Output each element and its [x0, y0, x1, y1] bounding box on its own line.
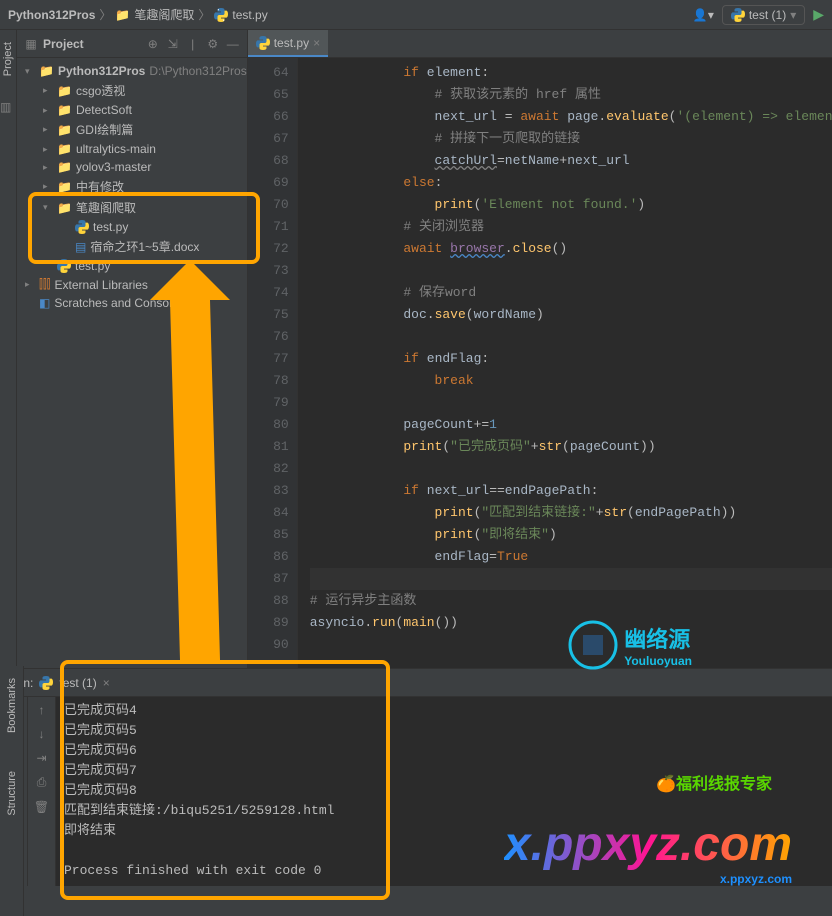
locate-icon[interactable]: ⊕	[145, 36, 161, 52]
folder-icon: 📁	[57, 123, 72, 137]
arrow-icon: ▸	[43, 181, 53, 192]
tree-item[interactable]: ▸ 📁 DetectSoft	[17, 101, 247, 119]
library-icon: ⫿⫿⫿	[39, 277, 51, 292]
run-config-selector[interactable]: test (1) ▾	[722, 5, 805, 25]
expand-icon[interactable]: ⇲	[165, 36, 181, 52]
project-tree[interactable]: ▾📁Python312Pros D:\Python312Pros▸📁csgo透视…	[17, 58, 247, 668]
tree-label: 宿命之环1~5章.docx	[90, 238, 199, 255]
tree-label: DetectSoft	[76, 103, 132, 117]
tree-item[interactable]: ▸ 📁 ultralytics-main	[17, 140, 247, 158]
tree-label: test.py	[93, 220, 128, 234]
project-title: Project	[43, 37, 141, 51]
tree-item[interactable]: ▾📁Python312Pros D:\Python312Pros	[17, 62, 247, 80]
tree-label: External Libraries	[55, 278, 148, 292]
hide-icon[interactable]: —	[225, 36, 241, 52]
breadcrumb-sep: 〉	[99, 6, 111, 23]
project-view-icon[interactable]: ▦	[23, 36, 39, 52]
tree-item[interactable]: ▸ 📁 中有修改	[17, 176, 247, 197]
tree-label: test.py	[75, 259, 110, 273]
folder-icon: 📁	[57, 201, 72, 215]
arrow-icon: ▾	[43, 202, 53, 213]
arrow-icon: ▾	[25, 66, 35, 77]
python-icon	[256, 36, 270, 50]
breadcrumb: Python312Pros 〉 📁 笔趣阁爬取 〉 test.py	[8, 6, 268, 23]
bookmarks-tool-tab[interactable]: Bookmarks	[6, 674, 18, 737]
left-toolbar: Project ▥	[0, 30, 17, 668]
folder-icon: 📁	[57, 84, 72, 98]
code-content[interactable]: if element: # 获取该元素的 href 属性 next_url = …	[298, 58, 832, 668]
breadcrumb-folder[interactable]: 笔趣阁爬取	[134, 6, 194, 23]
arrow-icon: ▸	[25, 279, 35, 290]
tree-item[interactable]: ▸ 📁 csgo透视	[17, 80, 247, 101]
folder-icon: 📁	[57, 142, 72, 156]
tree-item[interactable]: ▤ 宿命之环1~5章.docx	[17, 236, 247, 257]
scratch-icon: ◧	[39, 296, 50, 310]
tree-label: 笔趣阁爬取	[76, 199, 136, 216]
tree-label: GDI绘制篇	[76, 121, 133, 138]
arrow-icon: ▸	[43, 124, 53, 135]
document-icon: ▤	[75, 240, 86, 254]
folder-icon: 📁	[39, 64, 54, 78]
arrow-icon: ▸	[43, 162, 53, 173]
titlebar: Python312Pros 〉 📁 笔趣阁爬取 〉 test.py 👤▾ tes…	[0, 0, 832, 30]
tree-item[interactable]: ▸ ⫿⫿⫿ External Libraries	[17, 275, 247, 294]
close-icon[interactable]: ×	[313, 36, 320, 50]
tab-label: test.py	[274, 36, 309, 50]
gutter[interactable]: 6465666768697071727374757677787980818283…	[248, 58, 298, 668]
trash-icon[interactable]: 🗑	[34, 800, 49, 814]
breadcrumb-sep: 〉	[198, 6, 210, 23]
folder-icon: 📁	[57, 160, 72, 174]
tree-label: yolov3-master	[76, 160, 151, 174]
tree-item[interactable]: ▸ 📁 GDI绘制篇	[17, 119, 247, 140]
gear-icon[interactable]: ⚙	[205, 36, 221, 52]
tree-item[interactable]: ◧ Scratches and Consoles	[17, 294, 247, 312]
python-icon	[731, 8, 745, 22]
folder-icon: 📁	[57, 180, 72, 194]
chevron-down-icon: ▾	[790, 8, 796, 22]
tree-label: 中有修改	[76, 178, 124, 195]
tree-item[interactable]: ▸ 📁 yolov3-master	[17, 158, 247, 176]
tree-label: csgo透视	[76, 82, 125, 99]
structure-tool-tab[interactable]: Structure	[6, 767, 18, 820]
run-tab-label[interactable]: test (1)	[59, 676, 96, 690]
print-icon[interactable]: ⎙	[37, 775, 47, 790]
breadcrumb-root[interactable]: Python312Pros	[8, 8, 95, 22]
tree-label: ultralytics-main	[76, 142, 156, 156]
project-tool-tab[interactable]: Project	[2, 38, 14, 80]
watermark: 🍊福利线报专家	[656, 770, 772, 794]
down-icon[interactable]: ↓	[39, 727, 45, 741]
folder-icon: 📁	[57, 103, 72, 117]
breadcrumb-file[interactable]: test.py	[232, 8, 267, 22]
divider: |	[185, 36, 201, 52]
python-icon	[39, 676, 53, 690]
editor: test.py × 646566676869707172737475767778…	[248, 30, 832, 668]
tree-label: Python312Pros	[58, 64, 145, 78]
user-icon[interactable]: 👤▾	[693, 8, 714, 22]
close-icon[interactable]: ×	[103, 676, 110, 690]
tree-item[interactable]: test.py	[17, 257, 247, 275]
tree-label: Scratches and Consoles	[54, 296, 184, 310]
tree-item[interactable]: test.py	[17, 218, 247, 236]
python-icon	[57, 259, 71, 273]
project-panel: ▦ Project ⊕ ⇲ | ⚙ — ▾📁Python312Pros D:\P…	[17, 30, 248, 668]
layers-icon[interactable]: ▥	[0, 100, 16, 116]
arrow-icon: ▸	[43, 85, 53, 96]
run-button[interactable]: ▶	[813, 6, 824, 23]
python-icon	[214, 8, 228, 22]
up-icon[interactable]: ↑	[39, 703, 45, 717]
wrap-icon[interactable]: ⇥	[36, 751, 46, 765]
tree-item[interactable]: ▾ 📁 笔趣阁爬取	[17, 197, 247, 218]
arrow-icon: ▸	[43, 105, 53, 116]
folder-icon: 📁	[115, 8, 130, 22]
editor-tab[interactable]: test.py ×	[248, 30, 328, 57]
arrow-icon: ▸	[43, 144, 53, 155]
run-config-label: test (1)	[749, 8, 786, 22]
python-icon	[75, 220, 89, 234]
